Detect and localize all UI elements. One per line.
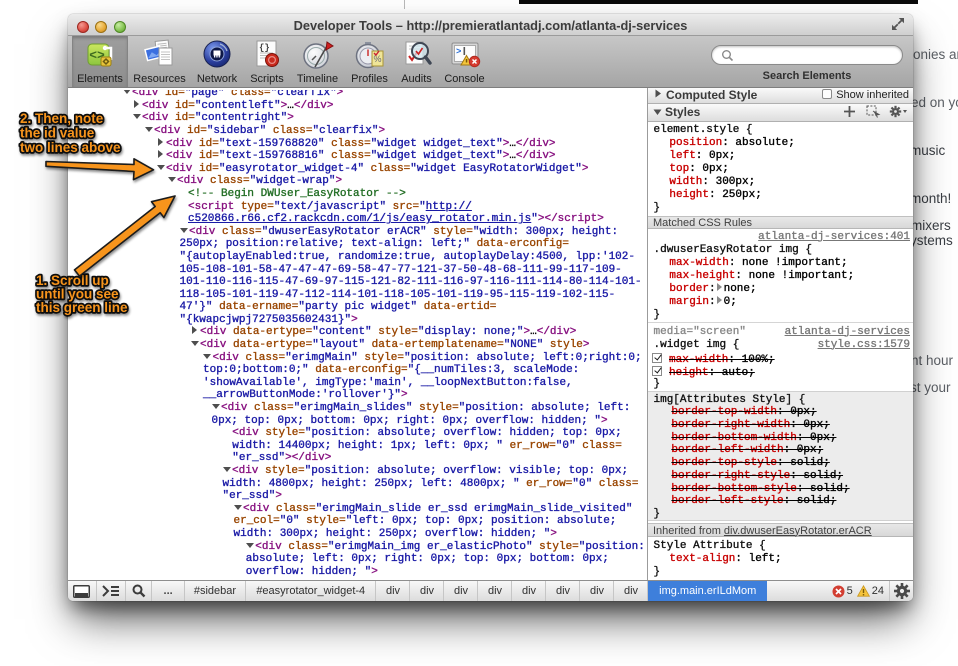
svg-text:>: > xyxy=(456,47,461,57)
svg-text:{}: {} xyxy=(259,43,270,53)
svg-text:%: % xyxy=(373,54,381,64)
